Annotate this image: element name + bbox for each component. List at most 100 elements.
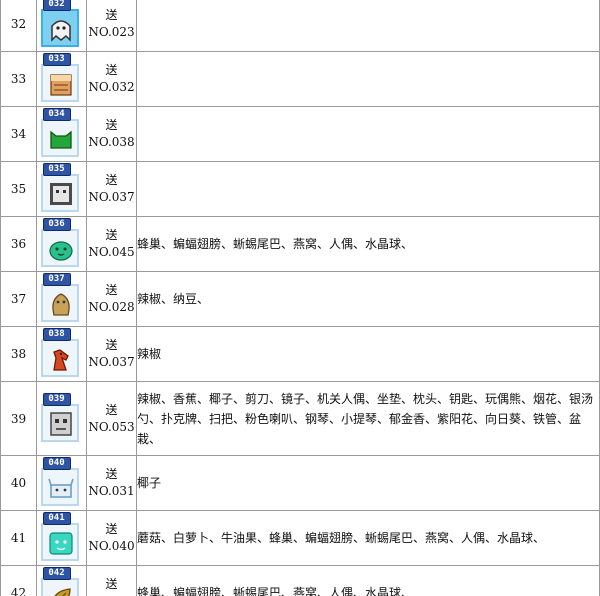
gift-items: 辣椒、纳豆、 (136, 271, 600, 327)
bean-sprite-icon (51, 293, 70, 316)
gift-items: 蜂巢、蝙蝠翅膀、蜥蜴尾巴、燕窝、人偶、水晶球、 (136, 216, 600, 272)
sprite-cell: 032 (36, 0, 87, 52)
send-label: 送 (105, 63, 118, 77)
table-row: 41 041 送 NO.040 蘑菇、白萝卜、牛油果、蜂巢、蝙蝠翅膀、蜥蜴尾巴、… (0, 510, 600, 566)
sprite-badge[interactable]: 040 (40, 457, 84, 508)
gift-table-sheet: 32 032 送 NO.023 33 033 送 NO.032 34 034 送… (0, 0, 600, 596)
send-label: 送 (105, 467, 118, 481)
sprite-cell: 035 (36, 161, 87, 217)
gift-items: 辣椒、香蕉、椰子、剪刀、镜子、机关人偶、坐垫、枕头、钥匙、玩偶熊、烟花、银汤勺、… (136, 381, 600, 456)
sprite-number-tag: 033 (42, 53, 71, 66)
row-number: 40 (0, 455, 37, 511)
sprite-badge[interactable]: 036 (40, 218, 84, 269)
sprite-badge[interactable]: 037 (40, 273, 84, 324)
sprite-frame (40, 229, 79, 267)
sprite-badge[interactable]: 033 (40, 53, 84, 104)
sprite-frame (40, 174, 79, 212)
sprite-badge[interactable]: 038 (40, 328, 84, 379)
sprite-number-tag: 039 (42, 392, 71, 406)
send-label: 送 (105, 402, 118, 417)
cake-sprite-icon (49, 74, 72, 96)
send-label: 送 (105, 577, 118, 591)
table-row: 42 042 送 NO.048 蜂巢、蝙蝠翅膀、蜥蜴尾巴、燕窝、人偶、水晶球、 (0, 565, 600, 596)
sprite-frame (40, 578, 79, 596)
slime-sprite-icon (48, 241, 73, 261)
table-row: 34 034 送 NO.038 (0, 106, 600, 162)
row-number: 42 (0, 565, 37, 596)
send-label: 送 (105, 173, 118, 187)
gift-items (136, 51, 600, 107)
sprite-badge[interactable]: 035 (40, 163, 84, 214)
gift-items: 辣椒 (136, 326, 600, 382)
gift-code: NO.023 (88, 25, 135, 39)
gift-items: 椰子 (136, 455, 600, 511)
leaf-sprite-icon (53, 588, 71, 596)
sprite-number-tag: 035 (42, 163, 71, 176)
sprite-number-tag: 037 (42, 273, 71, 286)
sprite-badge[interactable]: 032 (40, 0, 84, 49)
gift-code: NO.040 (88, 539, 135, 553)
gift-code: NO.053 (88, 419, 135, 434)
gift-code-cell: 送 NO.037 (86, 326, 137, 382)
gift-code-cell: 送 NO.045 (86, 216, 137, 272)
sprite-number-tag: 041 (42, 512, 71, 525)
sprite-cell: 041 (36, 510, 87, 566)
sprite-frame (40, 119, 79, 157)
box-sprite-icon (49, 183, 72, 205)
gift-code-cell: 送 NO.038 (86, 106, 137, 162)
table-row: 38 038 送 NO.037 辣椒 (0, 326, 600, 382)
sprite-badge[interactable]: 039 (40, 392, 84, 444)
table-row: 35 035 送 NO.037 (0, 161, 600, 217)
sprite-frame (40, 523, 79, 561)
sprite-number-tag: 034 (42, 108, 71, 121)
gift-code: NO.037 (88, 355, 135, 369)
table-row: 39 039 送 NO.053 辣椒、香蕉、椰子、剪刀、镜子、机关人偶、坐垫、枕… (0, 381, 600, 456)
row-number: 39 (0, 381, 37, 456)
gift-items: 蜂巢、蝙蝠翅膀、蜥蜴尾巴、燕窝、人偶、水晶球、 (136, 565, 600, 596)
gift-code-cell: 送 NO.040 (86, 510, 137, 566)
sprite-cell: 042 (36, 565, 87, 596)
sprite-number-tag: 038 (42, 328, 71, 341)
row-number: 38 (0, 326, 37, 382)
cat-sprite-icon (49, 130, 72, 149)
row-number: 34 (0, 106, 37, 162)
row-number: 35 (0, 161, 37, 217)
gift-code-cell: 送 NO.037 (86, 161, 137, 217)
sprite-frame (40, 64, 79, 102)
sprite-badge[interactable]: 034 (40, 108, 84, 159)
gift-code-cell: 送 NO.053 (86, 381, 137, 456)
sprite-number-tag: 042 (42, 567, 71, 580)
sprite-number-tag: 040 (42, 457, 71, 470)
gift-code: NO.031 (88, 484, 135, 498)
ghost-sprite-icon (50, 20, 71, 42)
table-row: 36 036 送 NO.045 蜂巢、蝙蝠翅膀、蜥蜴尾巴、燕窝、人偶、水晶球、 (0, 216, 600, 272)
sprite-badge[interactable]: 041 (40, 512, 84, 563)
table-row: 33 033 送 NO.032 (0, 51, 600, 107)
sprite-cell: 039 (36, 381, 87, 456)
send-label: 送 (105, 338, 118, 352)
send-label: 送 (105, 8, 118, 22)
sprite-frame (40, 9, 79, 47)
gift-code: NO.028 (88, 300, 135, 314)
row-number: 41 (0, 510, 37, 566)
gift-items (136, 161, 600, 217)
gift-code: NO.038 (88, 135, 135, 149)
sprite-number-tag: 036 (42, 218, 71, 231)
table-row: 32 032 送 NO.023 (0, 0, 600, 52)
sprite-cell: 036 (36, 216, 87, 272)
sprite-cell: 038 (36, 326, 87, 382)
gift-code-cell: 送 NO.032 (86, 51, 137, 107)
sprite-cell: 040 (36, 455, 87, 511)
sprite-number-tag: 032 (42, 0, 71, 11)
sprite-frame (40, 284, 79, 322)
sprite-cell: 034 (36, 106, 87, 162)
gift-code-cell: 送 NO.048 (86, 565, 137, 596)
gift-table: 32 032 送 NO.023 33 033 送 NO.032 34 034 送… (0, 0, 600, 596)
send-label: 送 (105, 283, 118, 297)
gift-items (136, 106, 600, 162)
sprite-cell: 033 (36, 51, 87, 107)
robot-sprite-icon (49, 411, 72, 436)
gift-code: NO.032 (88, 80, 135, 94)
sprite-badge[interactable]: 042 (40, 567, 84, 596)
gift-code: NO.037 (88, 190, 135, 204)
